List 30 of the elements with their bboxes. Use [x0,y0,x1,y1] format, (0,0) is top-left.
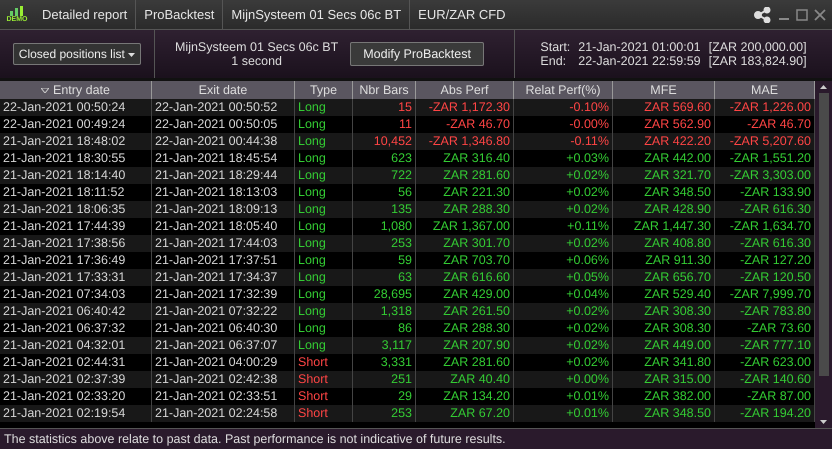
modify-probacktest-button[interactable]: Modify ProBacktest [350,42,484,66]
table-cell: Short [295,405,353,422]
table-cell: +0.01% [514,405,613,422]
breadcrumb-tab[interactable]: Detailed report [34,0,136,29]
breadcrumb-tab[interactable]: MijnSysteem 01 Secs 06c BT [222,0,410,29]
start-capital: [ZAR 200,000.00] [708,40,807,54]
table-cell: 253 [353,405,416,422]
caret-icon [128,52,136,57]
start-label: Start: [540,40,570,54]
vertical-scrollbar[interactable] [815,81,832,428]
end-capital: [ZAR 183,824.90] [708,54,807,68]
table-cell: 21-Jan-2021 02:19:54 [0,405,152,422]
breadcrumb-tab[interactable]: ProBacktest [135,0,222,29]
table-cell: 21-Jan-2021 02:24:58 [152,405,295,422]
share-icon[interactable] [754,6,772,22]
breadcrumb-tab[interactable]: EUR/ZAR CFD [409,0,514,29]
scroll-up-icon[interactable] [820,85,827,89]
start-date: 21-Jan-2021 01:00:01 [578,40,701,54]
maximize-icon[interactable] [796,8,808,20]
system-name: MijnSysteem 01 Secs 06c BT [175,40,338,54]
chart-bars-icon [9,6,25,16]
timeframe-label: 1 second [231,54,282,68]
end-label: End: [540,54,568,68]
closed-positions-dropdown[interactable]: Closed positions list [12,43,142,65]
table-cell: ZAR 67.20 [416,405,514,422]
disclaimer-text: The statistics above relate to past data. Past performance is not indicative of future results. [0,428,832,449]
table-cell: ZAR 348.50 [613,405,715,422]
close-icon[interactable] [814,8,826,20]
scroll-down-icon[interactable] [820,420,827,424]
end-date: 22-Jan-2021 22:59:59 [578,54,701,68]
